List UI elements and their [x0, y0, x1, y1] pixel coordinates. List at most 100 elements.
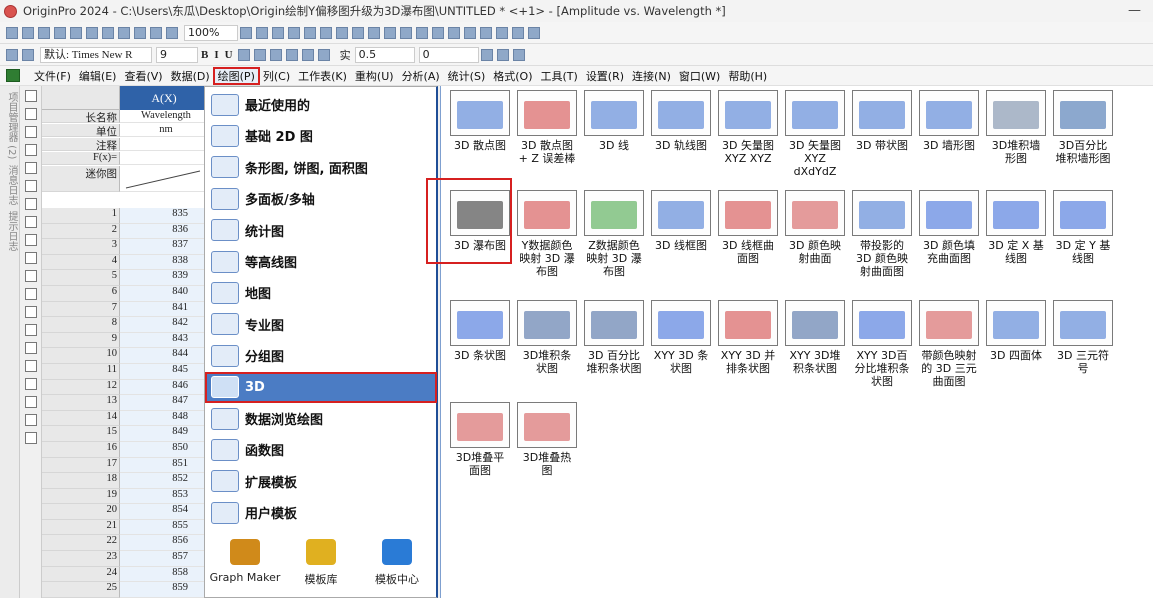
gallery-item[interactable]: 3D 线框图 — [648, 190, 714, 252]
data-reader-tool-icon[interactable] — [24, 162, 37, 174]
new-function-icon[interactable] — [86, 26, 98, 39]
cell-value[interactable]: 852 — [120, 473, 208, 489]
gallery-item[interactable]: 3D 墙形图 — [916, 90, 982, 152]
cell-value[interactable]: 856 — [120, 535, 208, 552]
plot-menu-item[interactable]: 等高线图 — [205, 246, 437, 277]
save-icon[interactable] — [118, 26, 130, 39]
cell-value[interactable]: 846 — [120, 379, 208, 396]
gallery-item[interactable]: 3D 线 — [581, 90, 647, 152]
cell-value[interactable]: 850 — [120, 441, 208, 458]
menu-format[interactable]: 格式(O) — [489, 68, 536, 84]
new-graph-icon[interactable] — [54, 26, 66, 39]
row-number[interactable]: 21 — [42, 519, 120, 536]
gallery-item[interactable]: 3D 矢量图 XYZ dXdYdZ — [782, 90, 848, 178]
cell-value[interactable]: 842 — [120, 317, 208, 333]
row-value[interactable]: nm — [120, 124, 208, 137]
cell-value[interactable]: 859 — [120, 582, 208, 598]
project-explorer-tab[interactable]: 项目管理器 (2) — [4, 92, 19, 159]
scale-tool-icon[interactable] — [24, 144, 37, 156]
column-header-a[interactable]: A(X) — [120, 86, 208, 110]
new-workbook-icon[interactable] — [38, 26, 50, 39]
row-value[interactable]: Wavelength — [120, 110, 208, 123]
gallery-item[interactable]: 3D 轨线图 — [648, 90, 714, 152]
arrow-icon[interactable] — [528, 26, 540, 39]
plot-menu-item[interactable]: 条形图, 饼图, 面积图 — [205, 152, 437, 183]
grid-icon[interactable] — [512, 48, 525, 61]
plot-menu-item[interactable]: 分组图 — [205, 340, 437, 371]
gallery-item[interactable]: Y数据颜色 映射 3D 瀑 布图 — [514, 190, 580, 278]
row-number[interactable]: 18 — [42, 473, 120, 489]
filter-icon[interactable] — [432, 26, 444, 39]
cell-value[interactable]: 853 — [120, 488, 208, 505]
cell-value[interactable]: 849 — [120, 426, 208, 442]
region-selector-tool-icon[interactable] — [24, 198, 37, 210]
row-number[interactable]: 9 — [42, 332, 120, 349]
line-style-select[interactable]: 实 — [340, 47, 351, 63]
scissors-icon[interactable] — [6, 48, 18, 61]
gallery-item[interactable]: 3D 散点图 — [447, 90, 513, 152]
line-width-input[interactable]: 0.5 — [354, 46, 415, 63]
mask-tool-icon[interactable] — [24, 324, 37, 336]
font-size-select[interactable]: 9 — [156, 46, 198, 63]
region-tool-icon[interactable] — [24, 396, 37, 408]
cell-value[interactable]: 838 — [120, 254, 208, 271]
hint-log-tab[interactable]: 提示日志 — [4, 211, 19, 251]
cell-value[interactable]: 855 — [120, 519, 208, 536]
menu-reshape[interactable]: 重构(U) — [351, 68, 398, 84]
menu-statistics[interactable]: 统计(S) — [444, 68, 490, 84]
template-center-button[interactable]: 模板中心 — [359, 533, 435, 591]
greek-icon[interactable] — [269, 48, 282, 61]
project-explorer-icon[interactable] — [272, 26, 284, 39]
plot-menu-item[interactable]: 专业图 — [205, 309, 437, 340]
gallery-item[interactable]: 3D 颜色填 充曲面图 — [916, 190, 982, 265]
zoom-in-tool-icon[interactable] — [24, 108, 37, 120]
row-number[interactable]: 16 — [42, 441, 120, 458]
cell-value[interactable]: 835 — [120, 208, 208, 224]
add-column-icon[interactable] — [368, 26, 380, 39]
workbook-icon[interactable] — [6, 69, 20, 82]
row-number[interactable]: 1 — [42, 208, 120, 224]
cell-value[interactable]: 857 — [120, 551, 208, 567]
plot-menu-item[interactable]: 最近使用的 — [205, 89, 437, 120]
set-z-icon[interactable] — [480, 26, 492, 39]
italic-button[interactable]: I — [214, 49, 218, 61]
menu-column[interactable]: 列(C) — [259, 68, 294, 84]
plot-menu-item[interactable]: 函数图 — [205, 434, 437, 465]
gallery-item[interactable]: XYY 3D 条 状图 — [648, 300, 714, 375]
gallery-item[interactable]: 3D 矢量图 XYZ XYZ — [715, 90, 781, 165]
menu-file[interactable]: 文件(F) — [30, 68, 75, 84]
gallery-item[interactable]: 3D 定 X 基 线图 — [983, 190, 1049, 265]
menu-edit[interactable]: 编辑(E) — [75, 68, 121, 84]
zoom-combo[interactable]: 100% — [184, 24, 238, 41]
rectangle-tool-icon[interactable] — [24, 270, 37, 282]
row-number[interactable]: 12 — [42, 379, 120, 396]
import-icon[interactable] — [150, 26, 162, 39]
row-number[interactable]: 17 — [42, 457, 120, 474]
gallery-item[interactable]: 3D堆叠热 图 — [514, 402, 580, 477]
line-color-icon[interactable] — [317, 48, 330, 61]
cell-value[interactable]: 837 — [120, 239, 208, 255]
layer-icon[interactable] — [512, 26, 524, 39]
gallery-item[interactable]: XYY 3D堆 积条状图 — [782, 300, 848, 375]
open-icon[interactable] — [102, 26, 114, 39]
row-number[interactable]: 25 — [42, 582, 120, 598]
text-tool-icon[interactable] — [24, 216, 37, 228]
cell-value[interactable]: 851 — [120, 457, 208, 474]
plot-menu-item[interactable]: 3D — [205, 371, 437, 403]
copy-icon[interactable] — [22, 48, 34, 61]
row-number[interactable]: 10 — [42, 348, 120, 364]
arrange-icon[interactable] — [496, 26, 508, 39]
cell-value[interactable]: 839 — [120, 270, 208, 286]
gallery-item[interactable]: 3D 条状图 — [447, 300, 513, 362]
plot-menu-item[interactable]: 用户模板 — [205, 497, 437, 528]
data-selector-tool-icon[interactable] — [24, 180, 37, 192]
message-log-tab[interactable]: 消息日志 — [4, 165, 19, 205]
cell-value[interactable]: 845 — [120, 363, 208, 380]
font-select[interactable]: 默认: Times New R — [40, 46, 152, 63]
row-number[interactable]: 14 — [42, 410, 120, 427]
plot-menu-item[interactable]: 数据浏览绘图 — [205, 403, 437, 434]
menu-data[interactable]: 数据(D) — [167, 68, 214, 84]
gallery-item[interactable]: 3D堆叠平 面图 — [447, 402, 513, 477]
cell-value[interactable]: 847 — [120, 395, 208, 411]
fill-color-icon[interactable] — [301, 48, 314, 61]
